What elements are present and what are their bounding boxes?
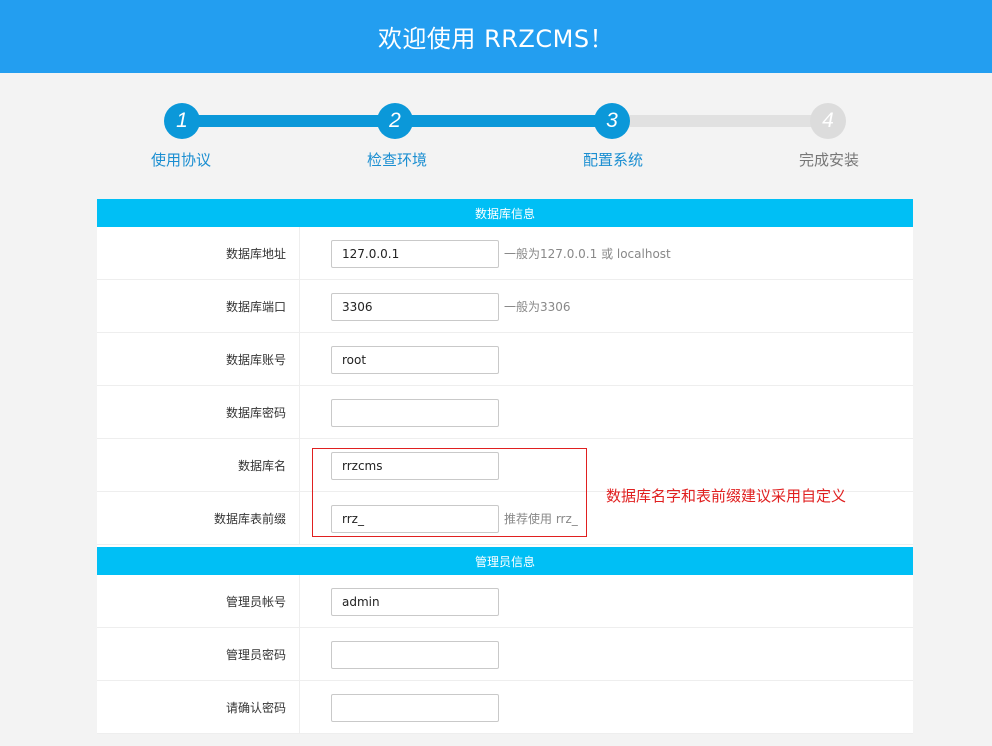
db-port-label: 数据库端口 [97, 280, 300, 332]
admin-section-header: 管理员信息 [97, 547, 913, 575]
annotation-text: 数据库名字和表前缀建议采用自定义 [606, 487, 847, 505]
db-port-row: 数据库端口 一般为3306 [97, 280, 913, 333]
db-host-input[interactable] [331, 240, 499, 268]
step-2-circle: 2 [377, 103, 413, 139]
admin-account-label: 管理员帐号 [97, 575, 300, 627]
db-password-label: 数据库密码 [97, 386, 300, 438]
database-section-header: 数据库信息 [97, 199, 913, 227]
admin-password-label: 管理员密码 [97, 628, 300, 680]
step-3-circle: 3 [594, 103, 630, 139]
db-prefix-label: 数据库表前缀 [97, 492, 300, 544]
db-user-input[interactable] [331, 346, 499, 374]
db-user-row: 数据库账号 [97, 333, 913, 386]
db-password-row: 数据库密码 [97, 386, 913, 439]
admin-password-input[interactable] [331, 641, 499, 669]
admin-password-row: 管理员密码 [97, 628, 913, 681]
step-1-circle: 1 [164, 103, 200, 139]
admin-account-input[interactable] [331, 588, 499, 616]
db-host-row: 数据库地址 一般为127.0.0.1 或 localhost [97, 227, 913, 280]
step-4-circle: 4 [810, 103, 846, 139]
step-4-label: 完成安装 [798, 151, 859, 169]
annotation-highlight-box [312, 448, 587, 537]
step-1-label: 使用协议 [150, 151, 211, 169]
step-2-label: 检查环境 [366, 151, 427, 169]
db-user-label: 数据库账号 [97, 333, 300, 385]
admin-account-row: 管理员帐号 [97, 575, 913, 628]
db-host-label: 数据库地址 [97, 227, 300, 279]
admin-confirm-label: 请确认密码 [97, 681, 300, 733]
db-host-hint: 一般为127.0.0.1 或 localhost [504, 246, 671, 261]
db-password-input[interactable] [331, 399, 499, 427]
admin-confirm-row: 请确认密码 [97, 681, 913, 734]
db-port-hint: 一般为3306 [504, 299, 571, 314]
step-3-label: 配置系统 [582, 151, 643, 169]
admin-confirm-input[interactable] [331, 694, 499, 722]
db-port-input[interactable] [331, 293, 499, 321]
db-name-label: 数据库名 [97, 439, 300, 491]
progress-steps: 1 2 3 4 使用协议 检查环境 配置系统 完成安装 [0, 0, 992, 190]
progress-track-remaining [612, 115, 828, 127]
